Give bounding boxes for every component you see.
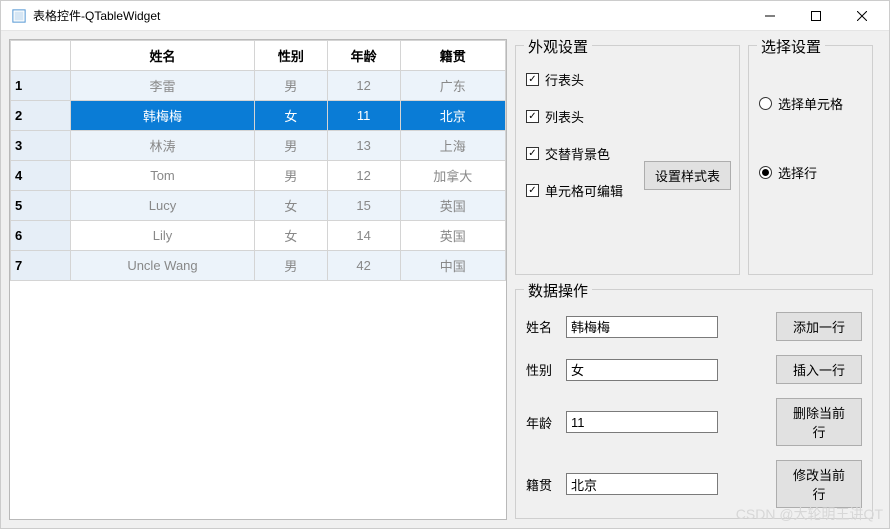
table-corner[interactable]: [11, 41, 71, 71]
radio-label: 选择单元格: [778, 94, 843, 113]
table-cell[interactable]: 加拿大: [400, 161, 505, 191]
table-cell[interactable]: 11: [327, 101, 400, 131]
radio-select-cell[interactable]: 选择单元格: [759, 94, 862, 113]
table-cell[interactable]: 15: [327, 191, 400, 221]
checkbox-label: 列表头: [545, 107, 584, 126]
table-row[interactable]: 5Lucy女15英国: [11, 191, 506, 221]
row-header[interactable]: 5: [11, 191, 71, 221]
dataop-group: 数据操作 姓名 添加一行 性别 插入一行 年龄 删: [515, 289, 873, 519]
table-row[interactable]: 6Lily女14英国: [11, 221, 506, 251]
table-cell[interactable]: 女: [254, 191, 327, 221]
col-header-place[interactable]: 籍贯: [400, 41, 505, 71]
table-row[interactable]: 1李雷男12广东: [11, 71, 506, 101]
close-button[interactable]: [839, 1, 885, 31]
table-cell[interactable]: 广东: [400, 71, 505, 101]
table-cell[interactable]: 男: [254, 161, 327, 191]
checkbox-label: 行表头: [545, 70, 584, 89]
window-title: 表格控件-QTableWidget: [33, 7, 747, 24]
radio-icon: [759, 166, 772, 179]
table-cell[interactable]: 英国: [400, 191, 505, 221]
check-icon: ✓: [526, 184, 539, 197]
table-cell[interactable]: 男: [254, 251, 327, 281]
check-icon: ✓: [526, 73, 539, 86]
table-row[interactable]: 3林涛男13上海: [11, 131, 506, 161]
table-cell[interactable]: Uncle Wang: [71, 251, 255, 281]
col-header-name[interactable]: 姓名: [71, 41, 255, 71]
table-cell[interactable]: 13: [327, 131, 400, 161]
table-row[interactable]: 4Tom男12加拿大: [11, 161, 506, 191]
checkbox-label: 单元格可编辑: [545, 181, 623, 200]
app-window: 表格控件-QTableWidget 姓名 性别 年龄 籍贯 1李雷男12广东2韩…: [0, 0, 890, 529]
table-cell[interactable]: 42: [327, 251, 400, 281]
table-cell[interactable]: 14: [327, 221, 400, 251]
right-panels: 外观设置 ✓ 行表头 ✓ 列表头 ✓ 交替背景色: [515, 39, 881, 520]
top-panel-row: 外观设置 ✓ 行表头 ✓ 列表头 ✓ 交替背景色: [515, 39, 881, 275]
table-cell[interactable]: 上海: [400, 131, 505, 161]
table-cell[interactable]: 12: [327, 161, 400, 191]
row-header[interactable]: 1: [11, 71, 71, 101]
name-label: 姓名: [526, 317, 560, 336]
row-header[interactable]: 6: [11, 221, 71, 251]
table-row[interactable]: 7Uncle Wang男42中国: [11, 251, 506, 281]
checkbox-col-header[interactable]: ✓ 列表头: [526, 107, 729, 126]
appearance-title: 外观设置: [524, 36, 592, 57]
table-widget[interactable]: 姓名 性别 年龄 籍贯 1李雷男12广东2韩梅梅女11北京3林涛男13上海4To…: [9, 39, 507, 520]
minimize-button[interactable]: [747, 1, 793, 31]
row-header[interactable]: 7: [11, 251, 71, 281]
table-cell[interactable]: Tom: [71, 161, 255, 191]
table-cell[interactable]: 女: [254, 221, 327, 251]
dataop-title: 数据操作: [524, 280, 592, 301]
radio-select-row[interactable]: 选择行: [759, 163, 862, 182]
client-area: 姓名 性别 年龄 籍贯 1李雷男12广东2韩梅梅女11北京3林涛男13上海4To…: [1, 31, 889, 528]
gender-field[interactable]: [566, 359, 718, 381]
table-cell[interactable]: 林涛: [71, 131, 255, 161]
maximize-button[interactable]: [793, 1, 839, 31]
title-bar: 表格控件-QTableWidget: [1, 1, 889, 31]
age-label: 年龄: [526, 413, 560, 432]
selection-group: 选择设置 选择单元格 选择行: [748, 45, 873, 275]
insert-row-button[interactable]: 插入一行: [776, 355, 862, 384]
table-cell[interactable]: 男: [254, 71, 327, 101]
table-cell[interactable]: 韩梅梅: [71, 101, 255, 131]
gender-label: 性别: [526, 360, 560, 379]
window-controls: [747, 1, 885, 31]
add-row-button[interactable]: 添加一行: [776, 312, 862, 341]
modify-row-button[interactable]: 修改当前行: [776, 460, 862, 508]
table-cell[interactable]: 12: [327, 71, 400, 101]
delete-row-button[interactable]: 删除当前行: [776, 398, 862, 446]
name-field[interactable]: [566, 316, 718, 338]
checkbox-row-header[interactable]: ✓ 行表头: [526, 70, 729, 89]
data-table: 姓名 性别 年龄 籍贯 1李雷男12广东2韩梅梅女11北京3林涛男13上海4To…: [10, 40, 506, 281]
check-icon: ✓: [526, 110, 539, 123]
age-field[interactable]: [566, 411, 718, 433]
table-cell[interactable]: 女: [254, 101, 327, 131]
table-cell[interactable]: 中国: [400, 251, 505, 281]
row-header[interactable]: 2: [11, 101, 71, 131]
table-cell[interactable]: 英国: [400, 221, 505, 251]
radio-icon: [759, 97, 772, 110]
col-header-gender[interactable]: 性别: [254, 41, 327, 71]
selection-title: 选择设置: [757, 36, 825, 57]
row-header[interactable]: 3: [11, 131, 71, 161]
set-stylesheet-button[interactable]: 设置样式表: [644, 161, 731, 190]
place-field[interactable]: [566, 473, 718, 495]
row-header[interactable]: 4: [11, 161, 71, 191]
col-header-age[interactable]: 年龄: [327, 41, 400, 71]
radio-label: 选择行: [778, 163, 817, 182]
appearance-group: 外观设置 ✓ 行表头 ✓ 列表头 ✓ 交替背景色: [515, 45, 740, 275]
table-cell[interactable]: 男: [254, 131, 327, 161]
table-cell[interactable]: 北京: [400, 101, 505, 131]
table-cell[interactable]: Lucy: [71, 191, 255, 221]
table-cell[interactable]: 李雷: [71, 71, 255, 101]
checkbox-label: 交替背景色: [545, 144, 610, 163]
app-icon: [11, 8, 27, 24]
check-icon: ✓: [526, 147, 539, 160]
place-label: 籍贯: [526, 475, 560, 494]
table-row[interactable]: 2韩梅梅女11北京: [11, 101, 506, 131]
table-cell[interactable]: Lily: [71, 221, 255, 251]
